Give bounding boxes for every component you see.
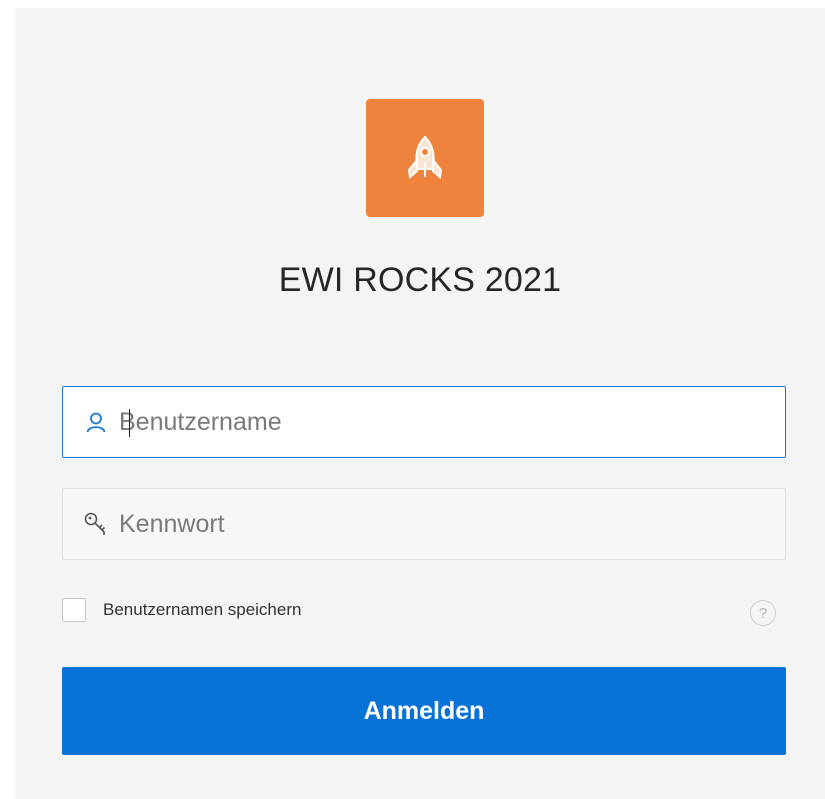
username-input[interactable] xyxy=(119,407,759,437)
user-icon xyxy=(83,409,109,435)
password-field[interactable] xyxy=(62,488,786,560)
key-icon xyxy=(83,511,109,537)
login-button[interactable]: Anmelden xyxy=(62,667,786,755)
rocket-icon xyxy=(407,135,443,179)
help-icon[interactable]: ? xyxy=(750,600,776,626)
app-title: EWI ROCKS 2021 xyxy=(278,261,562,299)
remember-username-label[interactable]: Benutzernamen speichern xyxy=(103,600,301,620)
login-panel: EWI ROCKS 2021 Benutzernamen speichern ?… xyxy=(15,8,825,799)
remember-username-checkbox[interactable] xyxy=(62,598,86,622)
text-caret xyxy=(129,409,130,437)
password-input[interactable] xyxy=(119,509,759,539)
remember-username-row[interactable]: Benutzernamen speichern xyxy=(62,598,301,622)
username-field[interactable] xyxy=(62,386,786,458)
app-logo xyxy=(366,99,484,217)
